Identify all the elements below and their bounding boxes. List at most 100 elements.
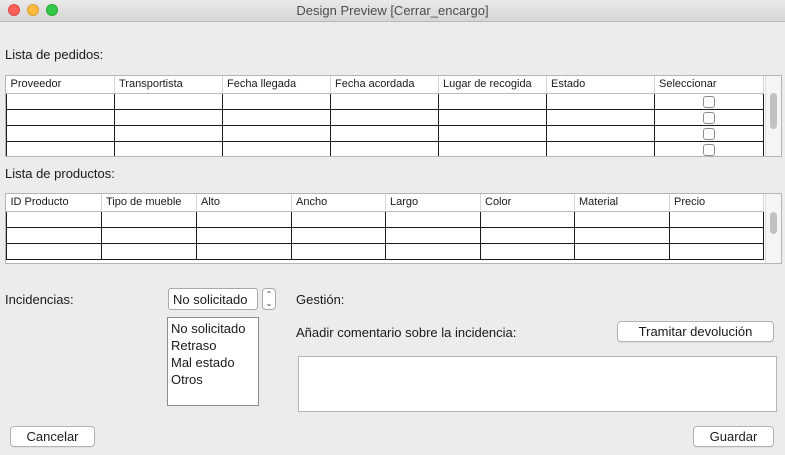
table-cell[interactable] xyxy=(6,210,102,228)
table-cell[interactable] xyxy=(669,226,764,244)
table-row[interactable] xyxy=(6,226,764,244)
pedidos-scrollbar[interactable] xyxy=(765,76,781,156)
incidencias-list[interactable]: No solicitado Retraso Mal estado Otros xyxy=(167,317,259,406)
table-cell[interactable] xyxy=(101,210,197,228)
seleccionar-checkbox[interactable] xyxy=(703,96,715,109)
tramitar-devolucion-button[interactable]: Tramitar devolución xyxy=(617,321,774,342)
seleccionar-checkbox[interactable] xyxy=(703,144,715,156)
table-cell[interactable] xyxy=(196,210,292,228)
table-cell[interactable] xyxy=(114,92,223,110)
table-cell[interactable] xyxy=(6,124,115,142)
table-cell[interactable] xyxy=(6,140,115,156)
table-cell[interactable] xyxy=(6,108,115,126)
table-cell[interactable] xyxy=(6,242,102,260)
table-cell[interactable] xyxy=(330,92,439,110)
productos-label: Lista de productos: xyxy=(5,166,115,181)
productos-col-tipo-mueble[interactable]: Tipo de mueble xyxy=(101,194,197,212)
productos-col-color[interactable]: Color xyxy=(480,194,575,212)
table-cell[interactable] xyxy=(222,108,331,126)
table-row[interactable] xyxy=(6,124,764,142)
cancel-button[interactable]: Cancelar xyxy=(10,426,95,447)
table-cell[interactable] xyxy=(6,226,102,244)
incidencias-label: Incidencias: xyxy=(5,292,74,307)
table-row[interactable] xyxy=(6,140,764,156)
table-cell[interactable] xyxy=(6,92,115,110)
table-row[interactable] xyxy=(6,92,764,110)
pedidos-col-lugar-recogida[interactable]: Lugar de recogida xyxy=(438,76,547,94)
table-cell xyxy=(654,108,764,126)
table-cell[interactable] xyxy=(480,210,575,228)
table-cell[interactable] xyxy=(669,242,764,260)
table-cell[interactable] xyxy=(196,226,292,244)
productos-col-id[interactable]: ID Producto xyxy=(6,194,102,212)
table-cell[interactable] xyxy=(546,124,655,142)
seleccionar-checkbox[interactable] xyxy=(703,128,715,141)
productos-col-largo[interactable]: Largo xyxy=(385,194,481,212)
productos-table[interactable]: ID Producto Tipo de mueble Alto Ancho La… xyxy=(5,193,782,264)
table-cell[interactable] xyxy=(669,210,764,228)
incidencias-spinner[interactable]: ⌃ ⌄ xyxy=(262,288,276,310)
list-item[interactable]: No solicitado xyxy=(171,320,255,337)
table-cell[interactable] xyxy=(222,92,331,110)
pedidos-scrollbar-thumb[interactable] xyxy=(770,93,777,129)
chevron-up-icon[interactable]: ⌃ xyxy=(263,290,275,299)
table-cell[interactable] xyxy=(574,226,670,244)
table-cell[interactable] xyxy=(222,124,331,142)
incidencias-selected-value: No solicitado xyxy=(173,292,248,307)
pedidos-label: Lista de pedidos: xyxy=(5,47,104,62)
table-row[interactable] xyxy=(6,242,764,260)
chevron-down-icon[interactable]: ⌄ xyxy=(263,299,275,308)
table-cell[interactable] xyxy=(291,226,386,244)
seleccionar-checkbox[interactable] xyxy=(703,112,715,125)
table-cell[interactable] xyxy=(546,92,655,110)
pedidos-header-row: Proveedor Transportista Fecha llegada Fe… xyxy=(6,76,764,94)
table-cell[interactable] xyxy=(101,242,197,260)
table-cell[interactable] xyxy=(385,226,481,244)
table-row[interactable] xyxy=(6,108,764,126)
productos-col-material[interactable]: Material xyxy=(574,194,670,212)
pedidos-col-fecha-acordada[interactable]: Fecha acordada xyxy=(330,76,439,94)
productos-scrollbar[interactable] xyxy=(765,194,781,263)
comentario-label: Añadir comentario sobre la incidencia: xyxy=(296,325,517,340)
table-cell[interactable] xyxy=(438,124,547,142)
comentario-textarea[interactable] xyxy=(298,356,777,412)
productos-col-ancho[interactable]: Ancho xyxy=(291,194,386,212)
table-cell[interactable] xyxy=(438,140,547,156)
pedidos-col-fecha-llegada[interactable]: Fecha llegada xyxy=(222,76,331,94)
table-cell[interactable] xyxy=(330,124,439,142)
table-cell[interactable] xyxy=(222,140,331,156)
list-item[interactable]: Mal estado xyxy=(171,354,255,371)
table-cell[interactable] xyxy=(291,242,386,260)
save-button[interactable]: Guardar xyxy=(693,426,774,447)
table-cell[interactable] xyxy=(480,226,575,244)
table-cell[interactable] xyxy=(114,140,223,156)
productos-col-alto[interactable]: Alto xyxy=(196,194,292,212)
list-item[interactable]: Retraso xyxy=(171,337,255,354)
pedidos-col-transportista[interactable]: Transportista xyxy=(114,76,223,94)
productos-scrollbar-thumb[interactable] xyxy=(770,212,777,234)
pedidos-table[interactable]: Proveedor Transportista Fecha llegada Fe… xyxy=(5,75,782,157)
table-row[interactable] xyxy=(6,210,764,228)
table-cell[interactable] xyxy=(291,210,386,228)
incidencias-select[interactable]: No solicitado xyxy=(168,288,258,310)
table-cell[interactable] xyxy=(114,108,223,126)
productos-col-precio[interactable]: Precio xyxy=(669,194,764,212)
table-cell[interactable] xyxy=(385,242,481,260)
table-cell[interactable] xyxy=(114,124,223,142)
table-cell[interactable] xyxy=(330,108,439,126)
pedidos-col-proveedor[interactable]: Proveedor xyxy=(6,76,115,94)
table-cell[interactable] xyxy=(480,242,575,260)
table-cell[interactable] xyxy=(330,140,439,156)
table-cell[interactable] xyxy=(438,92,547,110)
pedidos-col-seleccionar[interactable]: Seleccionar xyxy=(654,76,764,94)
table-cell[interactable] xyxy=(546,108,655,126)
pedidos-col-estado[interactable]: Estado xyxy=(546,76,655,94)
table-cell[interactable] xyxy=(101,226,197,244)
table-cell[interactable] xyxy=(438,108,547,126)
table-cell[interactable] xyxy=(574,210,670,228)
table-cell[interactable] xyxy=(546,140,655,156)
list-item[interactable]: Otros xyxy=(171,371,255,388)
table-cell[interactable] xyxy=(385,210,481,228)
table-cell[interactable] xyxy=(574,242,670,260)
table-cell[interactable] xyxy=(196,242,292,260)
